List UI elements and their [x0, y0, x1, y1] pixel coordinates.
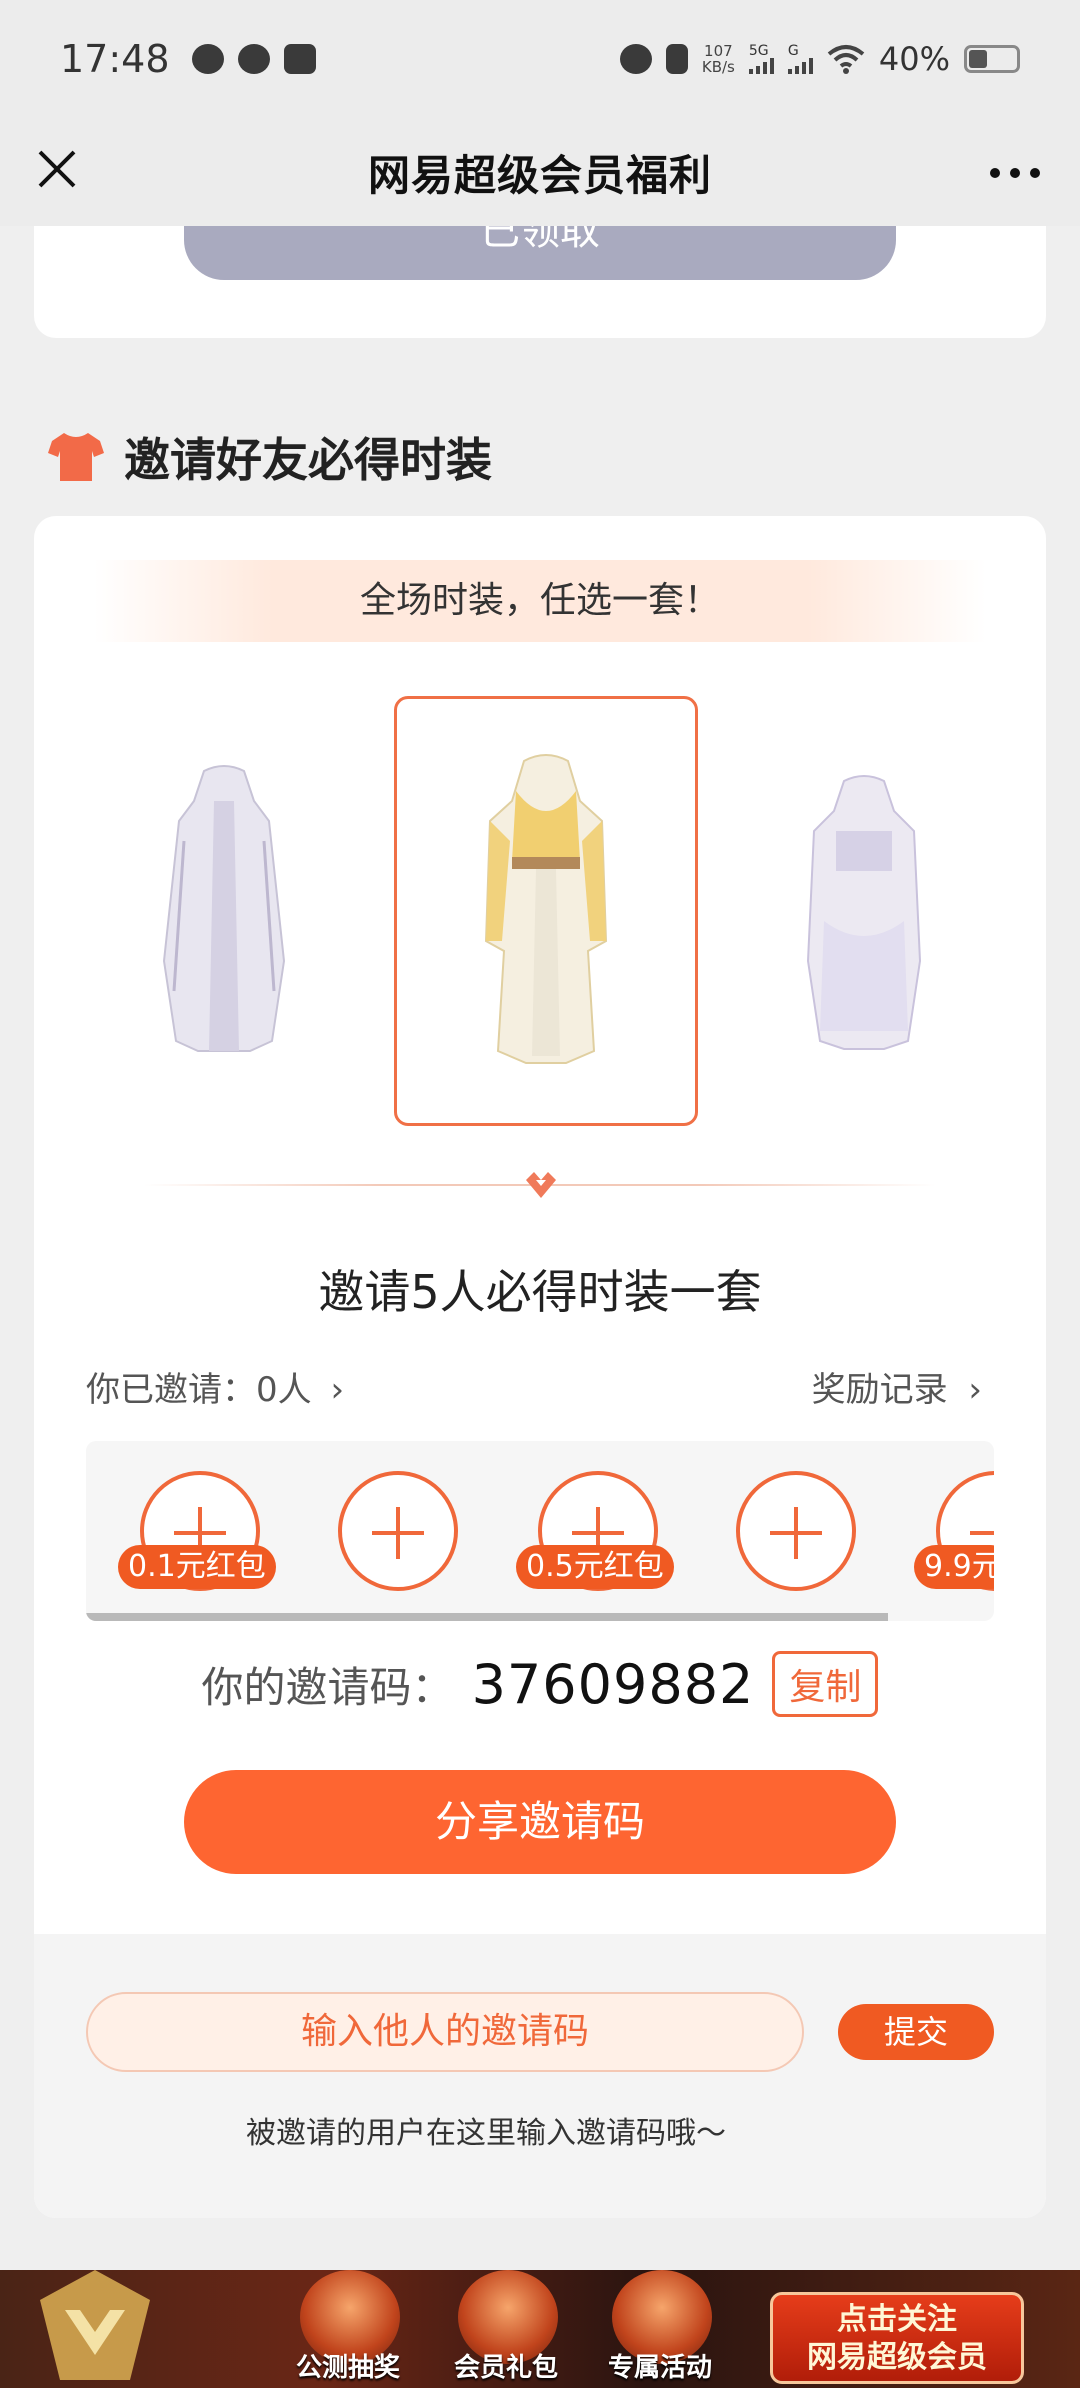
- message-icon: [237, 44, 270, 74]
- notification-icons: [191, 44, 316, 74]
- sim-icon: [665, 44, 688, 74]
- bottom-promo-bar: 公测抽奖 会员礼包 专属活动 点击关注 网易超级会员: [0, 2270, 1080, 2388]
- bottom-item-label: 专属活动: [607, 2353, 712, 2383]
- copy-button[interactable]: 复制: [772, 1651, 879, 1717]
- wechat-icon: [191, 44, 224, 74]
- divider-ornament-icon: [526, 1172, 556, 1198]
- net-speed-unit: KB/s: [701, 58, 735, 76]
- chevron-right-icon: ›: [330, 1370, 345, 1410]
- outfit-image: [806, 775, 922, 1050]
- mail-icon: [283, 44, 316, 74]
- outfit-option-right[interactable]: [774, 696, 954, 1126]
- outfit-image: [484, 754, 608, 1064]
- reward-records-label: 奖励记录: [811, 1370, 948, 1410]
- bottom-item-gift[interactable]: 会员礼包: [436, 2270, 576, 2388]
- follow-line-2: 网易超级会员: [807, 2340, 987, 2375]
- banner-text: 全场时装，任选一套！: [94, 560, 986, 642]
- enter-code-area: 输入他人的邀请码 提交 被邀请的用户在这里输入邀请码哦～: [34, 1934, 1046, 2218]
- bottom-item-lottery[interactable]: 公测抽奖: [278, 2270, 418, 2388]
- invite-code-value: 37609882: [471, 1652, 755, 1716]
- invited-count-link[interactable]: 你已邀请：0人 ›: [86, 1362, 344, 1411]
- outfit-option-selected[interactable]: [394, 696, 698, 1126]
- invite-code-label: 你的邀请码：: [201, 1662, 454, 1712]
- invite-code-row: 你的邀请码： 37609882 复制: [34, 1651, 1046, 1717]
- reward-records-link[interactable]: 奖励记录 ›: [812, 1362, 982, 1411]
- section-header: 邀请好友必得时装: [48, 424, 492, 490]
- bottom-item-events[interactable]: 专属活动: [590, 2270, 730, 2388]
- vip-emblem-icon: [40, 2270, 150, 2380]
- close-icon[interactable]: [34, 146, 86, 198]
- alarm-icon: [619, 44, 652, 74]
- nav-bar: 网易超级会员福利: [0, 118, 1080, 226]
- input-hint: 被邀请的用户在这里输入邀请码哦～: [246, 2116, 726, 2151]
- wifi-icon: [827, 45, 865, 74]
- battery-percent: 40%: [878, 40, 950, 78]
- slot-reward-badge-1: 0.1元红包: [118, 1545, 276, 1589]
- invite-slot-2[interactable]: [338, 1471, 458, 1591]
- page-title: 网易超级会员福利: [367, 150, 712, 200]
- invite-slots: 0.1元红包 0.5元红包 9.9元: [86, 1441, 994, 1621]
- bottom-item-label: 公测抽奖: [295, 2353, 400, 2383]
- follow-button[interactable]: 点击关注 网易超级会员: [770, 2292, 1024, 2384]
- net-speed-value: 107: [704, 42, 733, 60]
- invited-count: 你已邀请：0人: [86, 1370, 312, 1410]
- invite-card: 全场时装，任选一套！ 邀请5人必得时装一套 你已邀请：0人 › 奖励记录 › 0…: [34, 516, 1046, 2218]
- status-time: 17:48: [60, 37, 170, 81]
- section-title: 邀请好友必得时装: [124, 433, 492, 487]
- invite-goal-title: 邀请5人必得时装一套: [318, 1265, 762, 1319]
- network-type-2: G: [787, 43, 799, 59]
- signal-g-icon: G: [787, 43, 813, 74]
- slot-reward-badge-3: 0.5元红包: [516, 1545, 674, 1589]
- claimed-button[interactable]: 已领取: [184, 226, 896, 280]
- share-code-button[interactable]: 分享邀请码: [184, 1770, 896, 1874]
- reward-card-previous: 已领取: [34, 226, 1046, 338]
- status-bar: 17:48 107 KB/s 5G G 40%: [0, 0, 1080, 118]
- outfit-image: [162, 765, 286, 1052]
- bottom-item-label: 会员礼包: [453, 2353, 558, 2383]
- battery-icon: [964, 45, 1020, 73]
- invite-slot-4[interactable]: [736, 1471, 856, 1591]
- signal-5g-icon: 5G: [748, 43, 774, 74]
- slots-scrollbar[interactable]: [86, 1613, 888, 1621]
- slot-reward-badge-5: 9.9元: [914, 1545, 994, 1589]
- network-type: 5G: [748, 43, 769, 59]
- net-speed: 107 KB/s: [702, 43, 735, 75]
- invite-code-input[interactable]: 输入他人的邀请码: [86, 1992, 804, 2072]
- more-icon[interactable]: [990, 168, 1040, 178]
- chevron-right-icon: ›: [968, 1370, 982, 1410]
- submit-button[interactable]: 提交: [838, 2004, 994, 2060]
- outfit-option-left[interactable]: [134, 696, 314, 1126]
- shirt-icon: [48, 433, 104, 481]
- follow-line-1: 点击关注: [837, 2302, 957, 2337]
